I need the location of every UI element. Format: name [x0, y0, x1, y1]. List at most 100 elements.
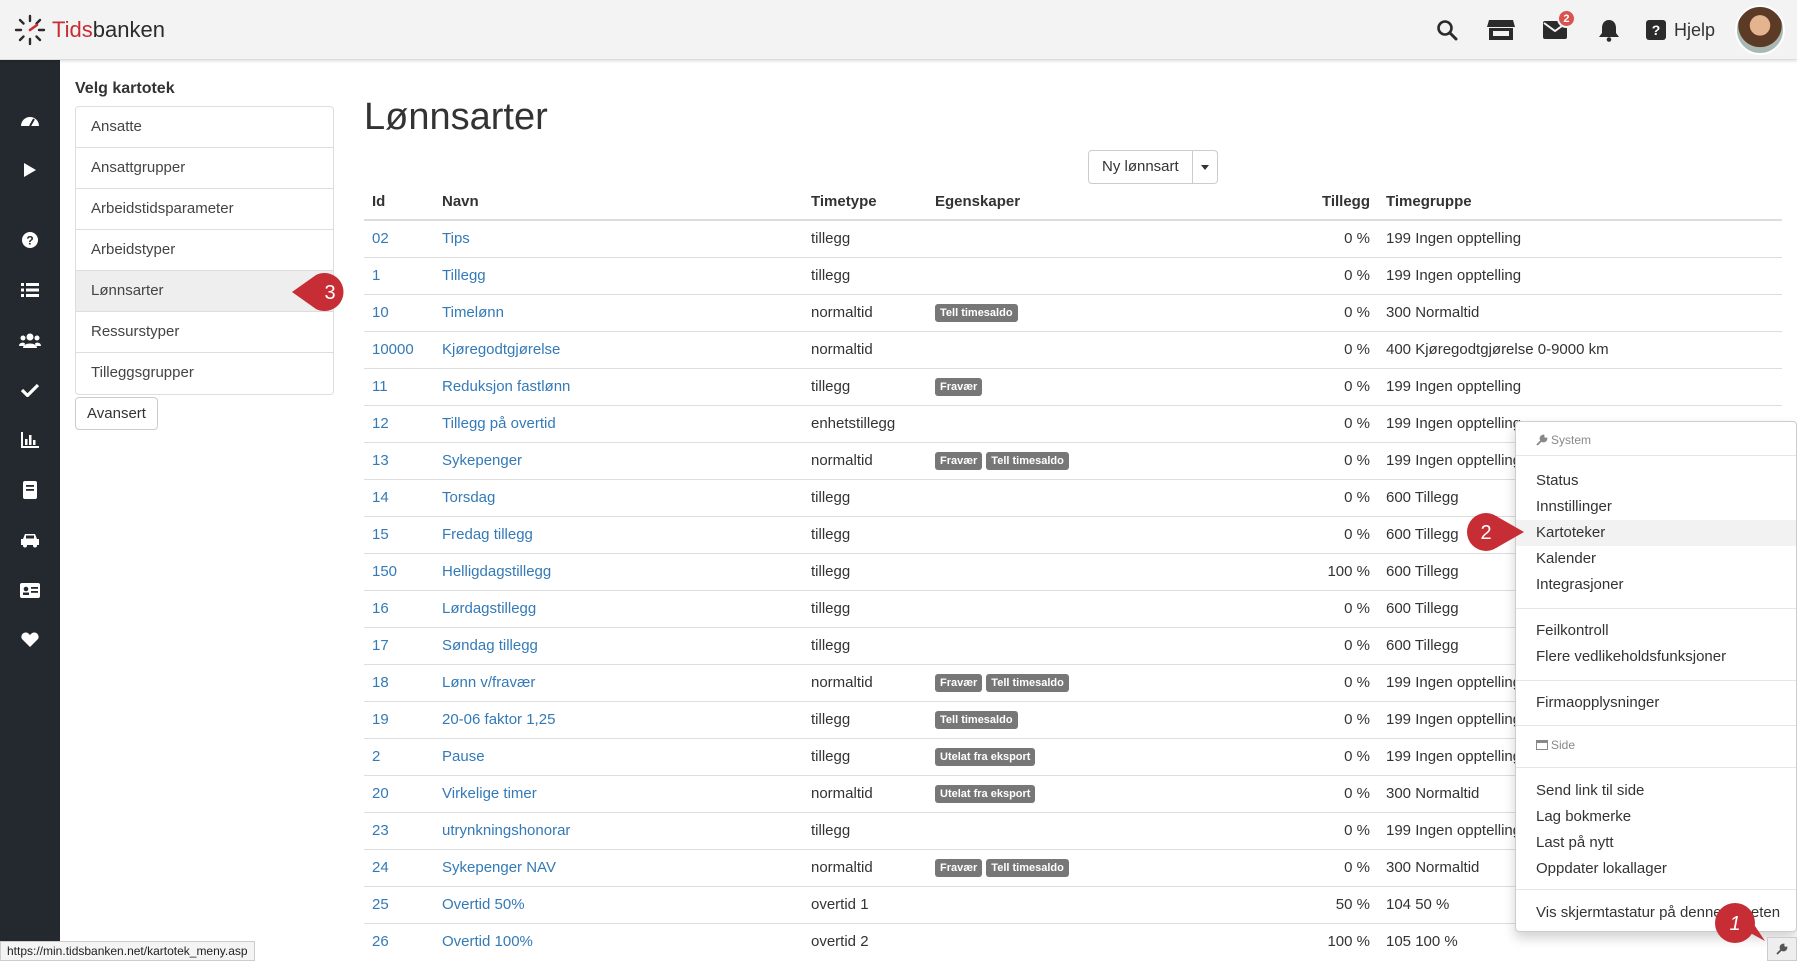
- menu-item-last-pa-nytt[interactable]: Last på nytt: [1516, 830, 1796, 856]
- cell-name[interactable]: Timelønn: [434, 293, 803, 331]
- cell-name[interactable]: Sykepenger: [434, 441, 803, 479]
- column-header-egenskaper[interactable]: Egenskaper: [927, 184, 1127, 221]
- advanced-button[interactable]: Avansert: [75, 397, 158, 430]
- cell-name[interactable]: Søndag tillegg: [434, 626, 803, 664]
- system-menu-toggle[interactable]: [1767, 937, 1797, 961]
- cell-tillegg: 0 %: [1127, 774, 1378, 812]
- cell-name[interactable]: Fredag tillegg: [434, 515, 803, 553]
- cell-egenskaper: [927, 330, 1127, 368]
- book-icon[interactable]: [0, 475, 60, 505]
- top-navbar: Tids banken 2 ? Hjelp: [0, 0, 1797, 60]
- list-icon[interactable]: [0, 275, 60, 305]
- cell-id[interactable]: 150: [364, 552, 434, 590]
- cell-id[interactable]: 1: [364, 256, 434, 294]
- kartotek-item-arbeidstidsparameter[interactable]: Arbeidstidsparameter: [76, 189, 333, 230]
- cell-id[interactable]: 02: [364, 219, 434, 257]
- cell-id[interactable]: 11: [364, 367, 434, 405]
- cell-id[interactable]: 14: [364, 478, 434, 516]
- chart-icon[interactable]: [0, 425, 60, 455]
- menu-item-kalender[interactable]: Kalender: [1516, 546, 1796, 572]
- kartotek-item-ansatte[interactable]: Ansatte: [76, 107, 333, 148]
- cell-id[interactable]: 10000: [364, 330, 434, 368]
- users-icon[interactable]: [0, 325, 60, 355]
- menu-item-send-link[interactable]: Send link til side: [1516, 778, 1796, 804]
- kartotek-item-ressurstyper[interactable]: Ressurstyper: [76, 312, 333, 353]
- cell-name[interactable]: Overtid 50%: [434, 885, 803, 923]
- cell-name[interactable]: 20-06 faktor 1,25: [434, 700, 803, 738]
- cell-name[interactable]: Lørdagstillegg: [434, 589, 803, 627]
- cell-name[interactable]: Virkelige timer: [434, 774, 803, 812]
- kartotek-item-tilleggsgrupper[interactable]: Tilleggsgrupper: [76, 353, 333, 394]
- cell-name[interactable]: Lønn v/fravær: [434, 663, 803, 701]
- cell-name[interactable]: Pause: [434, 737, 803, 775]
- cell-id[interactable]: 23: [364, 811, 434, 849]
- cell-name[interactable]: Kjøregodtgjørelse: [434, 330, 803, 368]
- car-icon[interactable]: [0, 525, 60, 555]
- cell-name[interactable]: Helligdagstillegg: [434, 552, 803, 590]
- cell-id[interactable]: 19: [364, 700, 434, 738]
- cell-name[interactable]: Tillegg på overtid: [434, 404, 803, 442]
- cell-id[interactable]: 20: [364, 774, 434, 812]
- bell-icon[interactable]: [1594, 15, 1624, 45]
- mail-icon[interactable]: 2: [1540, 9, 1576, 45]
- menu-item-lag-bokmerke[interactable]: Lag bokmerke: [1516, 804, 1796, 830]
- cell-id[interactable]: 10: [364, 293, 434, 331]
- tidsbanken-logo[interactable]: Tids banken: [14, 12, 165, 48]
- cell-name[interactable]: Torsdag: [434, 478, 803, 516]
- cell-id[interactable]: 25: [364, 885, 434, 923]
- cell-tillegg: 0 %: [1127, 589, 1378, 627]
- cell-id[interactable]: 15: [364, 515, 434, 553]
- cell-id[interactable]: 17: [364, 626, 434, 664]
- search-icon[interactable]: [1432, 15, 1462, 45]
- cell-id[interactable]: 18: [364, 663, 434, 701]
- cell-name[interactable]: Reduksjon fastlønn: [434, 367, 803, 405]
- menu-item-integrasjoner[interactable]: Integrasjoner: [1516, 572, 1796, 598]
- cell-timetype: tillegg: [803, 589, 927, 627]
- menu-item-firmaopplysninger[interactable]: Firmaopplysninger: [1516, 690, 1796, 716]
- cell-id[interactable]: 2: [364, 737, 434, 775]
- column-header-navn[interactable]: Navn: [434, 184, 803, 221]
- callout-3: 3: [292, 273, 344, 311]
- cell-timetype: tillegg: [803, 367, 927, 405]
- cell-name[interactable]: Sykepenger NAV: [434, 848, 803, 886]
- cell-id[interactable]: 26: [364, 922, 434, 960]
- cell-id[interactable]: 16: [364, 589, 434, 627]
- brand-name-part1: Tids: [52, 17, 93, 42]
- column-header-tillegg[interactable]: Tillegg: [1127, 184, 1378, 221]
- question-icon[interactable]: ?: [0, 225, 60, 255]
- heart-icon[interactable]: [0, 625, 60, 655]
- menu-item-oppdater-lokallager[interactable]: Oppdater lokallager: [1516, 856, 1796, 882]
- column-header-id[interactable]: Id: [364, 184, 434, 221]
- cell-id[interactable]: 24: [364, 848, 434, 886]
- cell-egenskaper: [927, 404, 1127, 442]
- cell-timetype: overtid 1: [803, 885, 927, 923]
- cell-id[interactable]: 12: [364, 404, 434, 442]
- dashboard-icon[interactable]: [0, 105, 60, 135]
- cell-name[interactable]: Tips: [434, 219, 803, 257]
- help-link[interactable]: ? Hjelp: [1645, 20, 1715, 41]
- cell-egenskaper: [927, 626, 1127, 664]
- kartotek-item-arbeidstyper[interactable]: Arbeidstyper: [76, 230, 333, 271]
- cell-id[interactable]: 13: [364, 441, 434, 479]
- cell-name[interactable]: Overtid 100%: [434, 922, 803, 960]
- column-header-timetype[interactable]: Timetype: [803, 184, 927, 221]
- user-avatar[interactable]: [1735, 5, 1785, 55]
- id-card-icon[interactable]: [0, 575, 60, 605]
- menu-item-kartoteker[interactable]: Kartoteker: [1516, 520, 1796, 546]
- menu-item-vedlikehold[interactable]: Flere vedlikeholdsfunksjoner: [1516, 644, 1796, 670]
- menu-item-innstillinger[interactable]: Innstillinger: [1516, 494, 1796, 520]
- cell-name[interactable]: Tillegg: [434, 256, 803, 294]
- store-icon[interactable]: [1486, 15, 1516, 45]
- check-icon[interactable]: [0, 375, 60, 405]
- cell-name[interactable]: utrynkningshonorar: [434, 811, 803, 849]
- cell-egenskaper: Tell timesaldo: [927, 700, 1127, 738]
- column-header-timegruppe[interactable]: Timegruppe: [1378, 184, 1782, 221]
- new-lonnsart-dropdown-toggle[interactable]: [1193, 151, 1217, 183]
- menu-item-feilkontroll[interactable]: Feilkontroll: [1516, 618, 1796, 644]
- cell-timetype: tillegg: [803, 700, 927, 738]
- menu-item-status[interactable]: Status: [1516, 468, 1796, 494]
- play-icon[interactable]: [0, 155, 60, 185]
- kartotek-item-ansattgrupper[interactable]: Ansattgrupper: [76, 148, 333, 189]
- cell-timetype: overtid 2: [803, 922, 927, 960]
- new-lonnsart-button[interactable]: Ny lønnsart: [1089, 151, 1193, 183]
